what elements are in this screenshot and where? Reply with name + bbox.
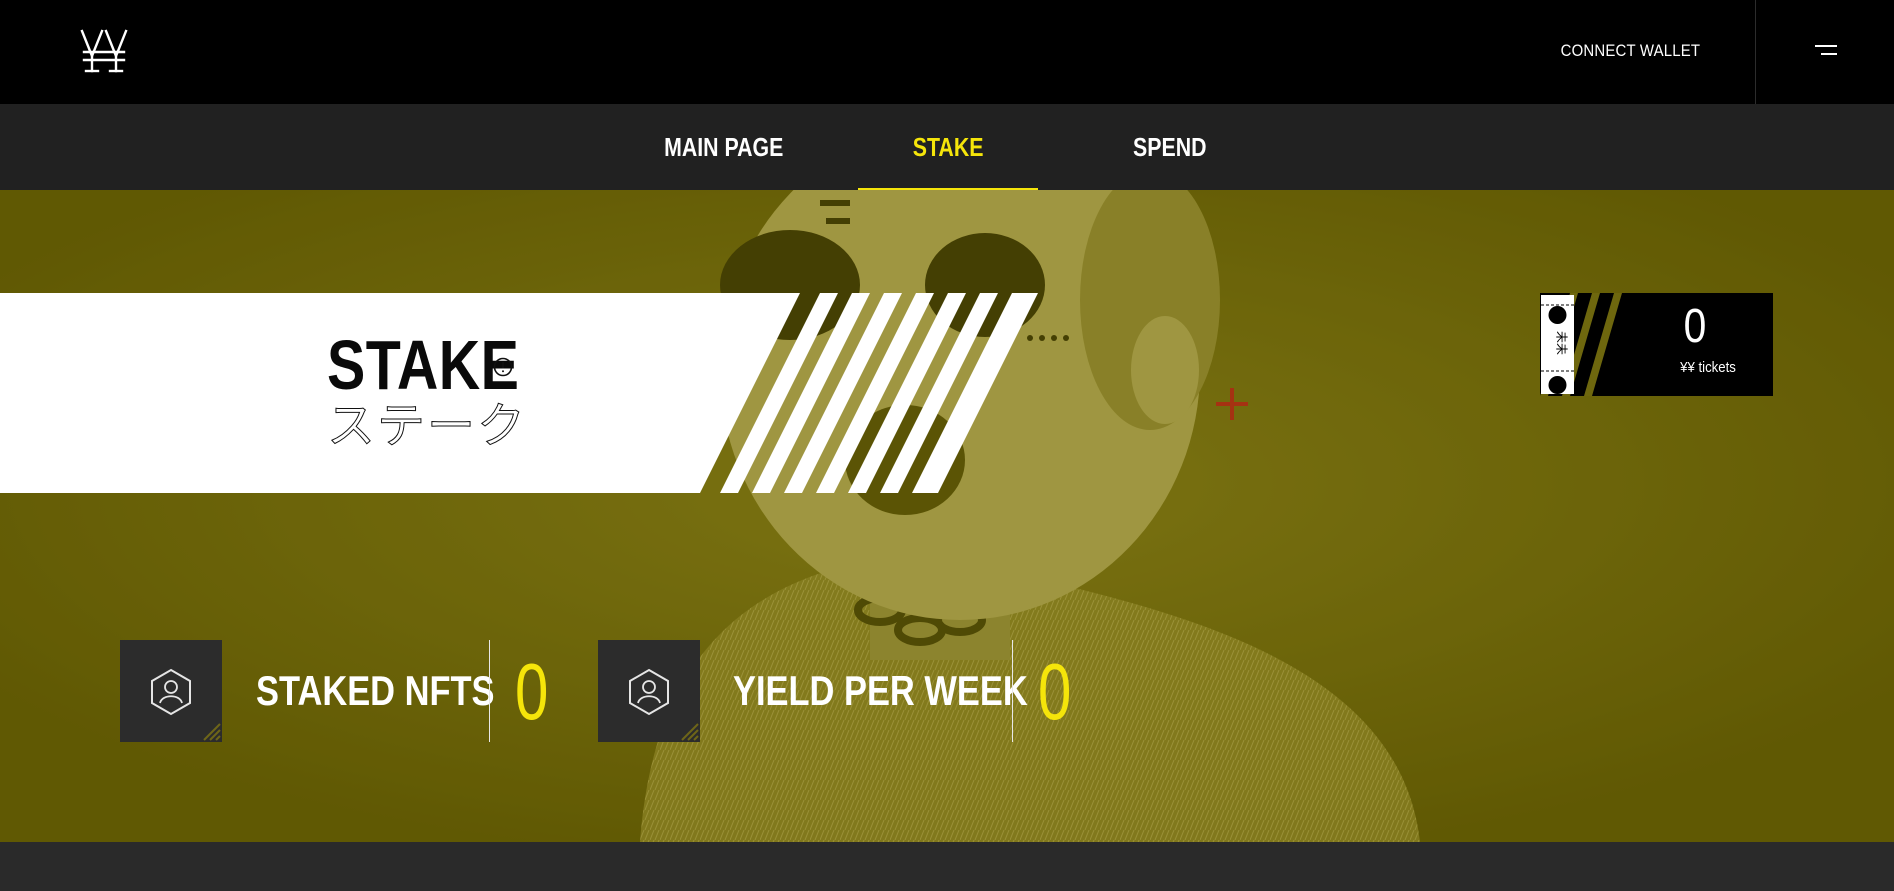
page-title-japanese: ステーク <box>326 398 528 454</box>
svg-text:未未: 未未 <box>1555 331 1569 355</box>
staked-nfts-value: 0 <box>515 647 549 736</box>
staked-nfts-icon-box <box>120 640 222 742</box>
menu-icon <box>1815 45 1837 47</box>
menu-button[interactable] <box>1756 0 1894 104</box>
stat-divider <box>489 640 490 742</box>
ticket-count-value: 0 <box>1683 300 1707 353</box>
menu-icon-line <box>1821 53 1837 55</box>
top-bar: CONNECT WALLET <box>0 0 1894 104</box>
nav-item-label: MAIN PAGE <box>664 131 784 162</box>
hero-section: STAKE ステーク 0 ¥¥ tickets 未未 STAKED NFTS 0… <box>0 190 1894 842</box>
staked-nfts-label: STAKED NFTS <box>256 667 495 714</box>
yield-per-week-label: YIELD PER WEEK <box>733 667 1028 714</box>
ticket-stub-icon: 未未 <box>1541 295 1574 394</box>
info-icon[interactable] <box>493 357 513 377</box>
main-nav: MAIN PAGE STAKE SPEND <box>0 104 1894 190</box>
ticket-label: ¥¥ tickets <box>1680 359 1736 376</box>
page-title: STAKE <box>327 326 520 404</box>
nav-item-label: STAKE <box>912 131 984 162</box>
ticket-counter: 0 ¥¥ tickets 未未 <box>1540 293 1773 396</box>
hero-background-image <box>0 190 1894 842</box>
stake-banner <box>0 293 1038 493</box>
yield-icon-box <box>598 640 700 742</box>
stat-divider <box>1012 640 1013 742</box>
nav-item-spend[interactable]: SPEND <box>1100 104 1240 190</box>
user-hexagon-icon <box>151 668 221 741</box>
page-footer-strip <box>0 842 1894 891</box>
yield-per-week-value: 0 <box>1038 647 1072 736</box>
nav-item-label: SPEND <box>1133 131 1207 162</box>
yen-logo-icon[interactable] <box>80 28 128 74</box>
user-hexagon-icon <box>629 668 699 741</box>
nav-item-main-page[interactable]: MAIN PAGE <box>650 104 798 190</box>
connect-wallet-button[interactable]: CONNECT WALLET <box>1560 36 1701 66</box>
connect-wallet-label: CONNECT WALLET <box>1560 41 1701 60</box>
nav-item-stake[interactable]: STAKE <box>858 104 1038 190</box>
